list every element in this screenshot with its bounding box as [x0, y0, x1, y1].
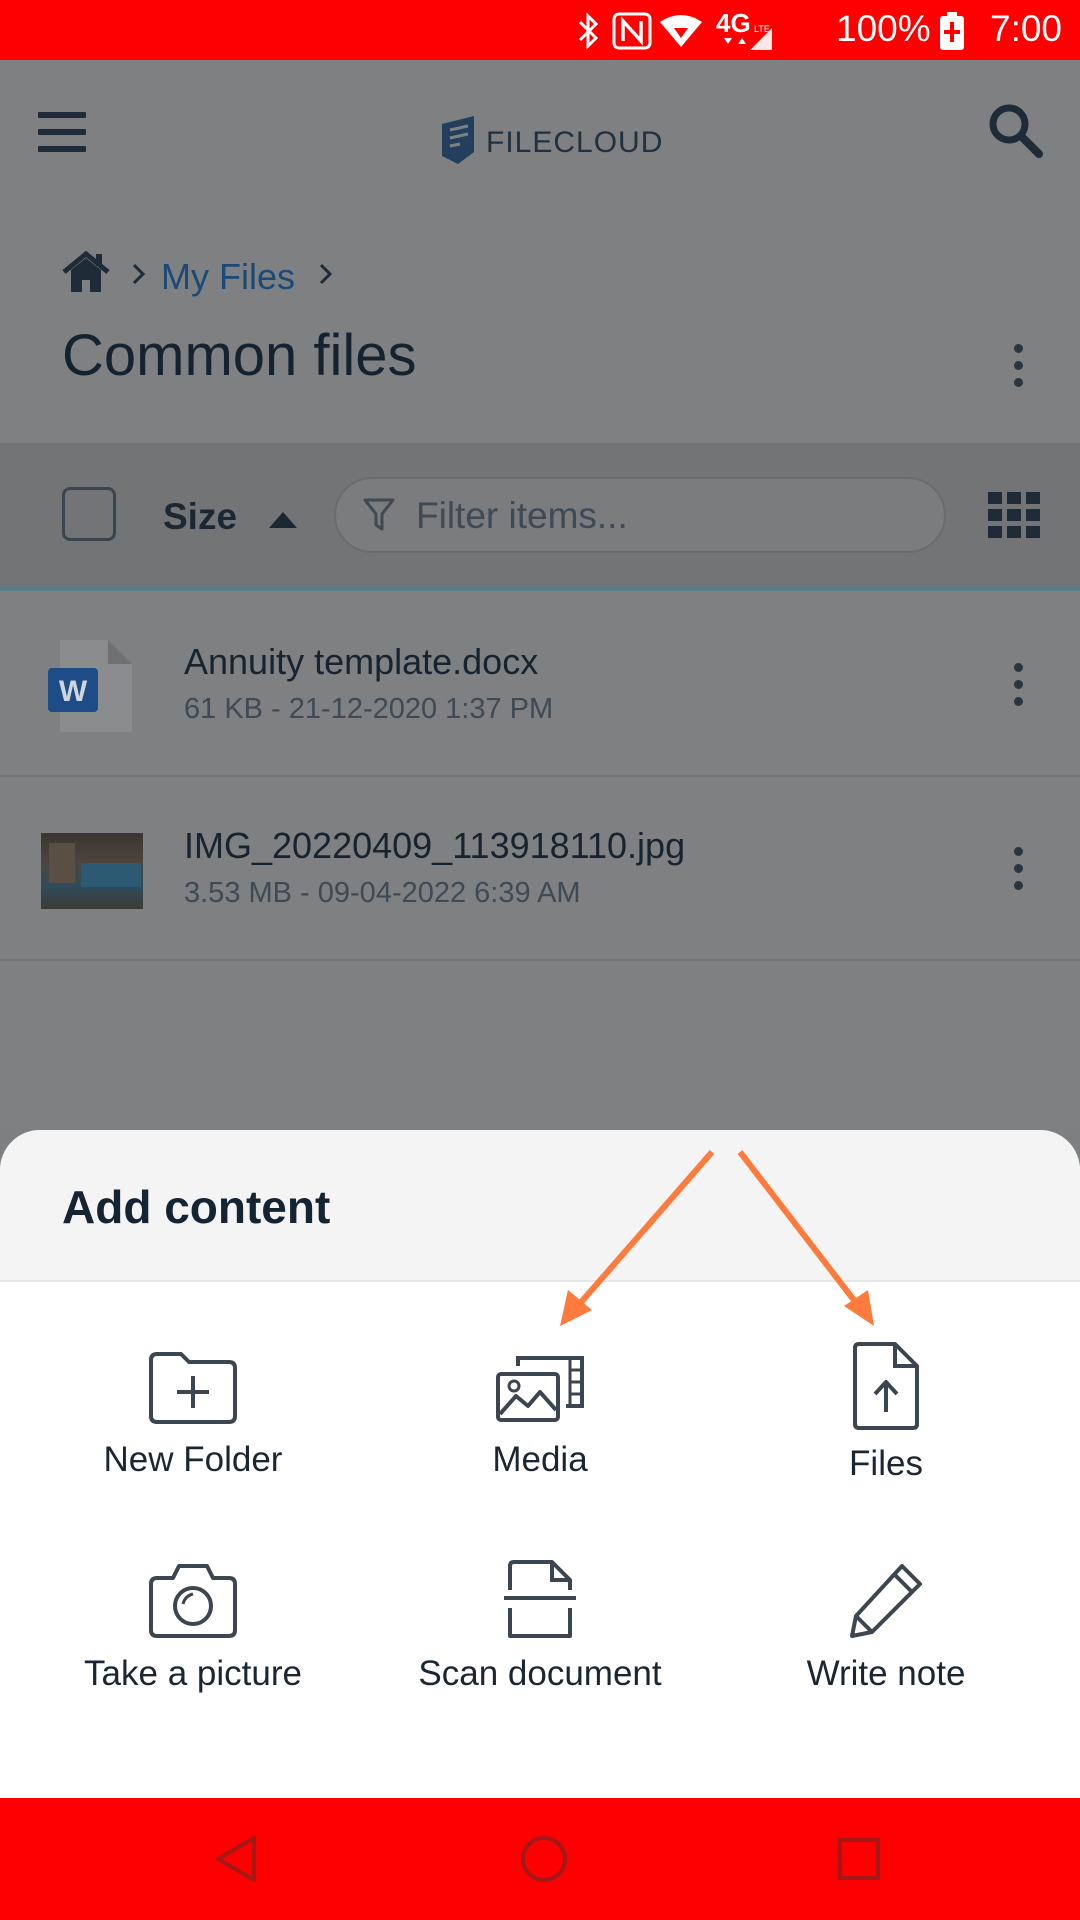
recents-icon[interactable] — [836, 1836, 882, 1882]
navigation-bar — [0, 1798, 1080, 1920]
annotation-arrow-files — [737, 1150, 863, 1310]
back-icon[interactable] — [212, 1834, 260, 1884]
home-nav-icon[interactable] — [519, 1834, 569, 1884]
annotation-arrow-media — [573, 1150, 715, 1310]
annotation-arrows — [560, 1150, 874, 1326]
